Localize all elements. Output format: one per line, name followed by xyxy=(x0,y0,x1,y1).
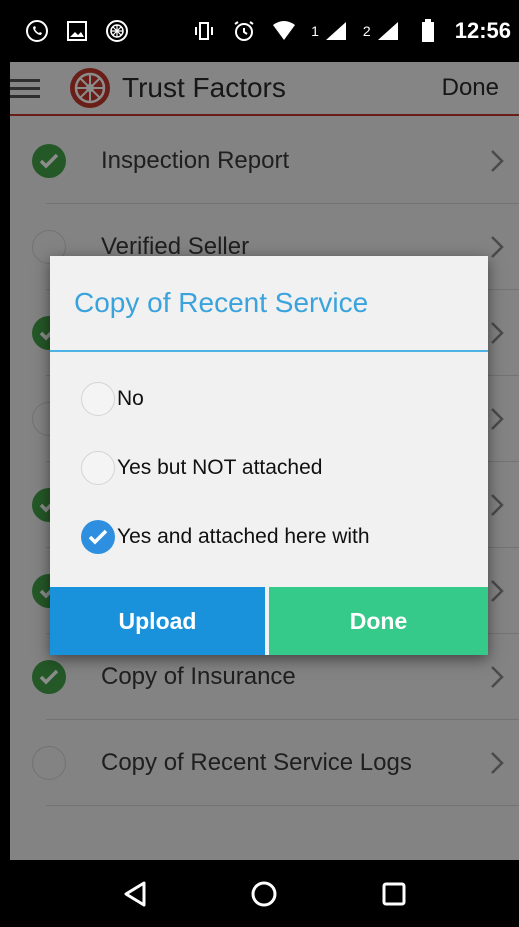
signal-icon xyxy=(323,18,349,44)
option-label: No xyxy=(117,386,144,410)
option-label: Yes but NOT attached xyxy=(117,455,323,479)
upload-button[interactable]: Upload xyxy=(50,587,265,655)
navigation-bar xyxy=(10,860,519,927)
dialog-done-button[interactable]: Done xyxy=(269,587,488,655)
home-icon[interactable] xyxy=(244,874,284,914)
signal-icon xyxy=(375,18,401,44)
vibrate-icon xyxy=(191,18,217,44)
back-icon[interactable] xyxy=(115,874,155,914)
radio-unchecked-icon[interactable] xyxy=(81,381,115,416)
sim1-label: 1 xyxy=(311,23,319,39)
radio-checked-icon[interactable] xyxy=(81,519,115,554)
dialog-actions: Upload Done xyxy=(50,587,488,655)
battery-icon xyxy=(415,18,441,44)
option-no[interactable]: No xyxy=(50,364,488,433)
image-icon xyxy=(64,18,90,44)
whatsapp-icon xyxy=(24,18,50,44)
radio-unchecked-icon[interactable] xyxy=(81,450,115,485)
alarm-icon xyxy=(231,18,257,44)
service-dialog: Copy of Recent Service No Yes but NOT at… xyxy=(50,256,488,655)
app-screen: Trust Factors Done Inspection Report Ver… xyxy=(10,62,519,860)
sim2-label: 2 xyxy=(362,23,371,39)
status-time: 12:56 xyxy=(454,18,511,43)
recents-icon[interactable] xyxy=(374,874,414,914)
option-yes-attached[interactable]: Yes and attached here with xyxy=(50,502,488,571)
wheel-icon xyxy=(104,18,130,44)
status-bar: 1 2 12:56 xyxy=(10,0,519,62)
option-yes-not-attached[interactable]: Yes but NOT attached xyxy=(50,433,488,502)
wifi-icon xyxy=(271,18,297,44)
dialog-title: Copy of Recent Service xyxy=(50,256,488,352)
option-label: Yes and attached here with xyxy=(117,524,370,548)
